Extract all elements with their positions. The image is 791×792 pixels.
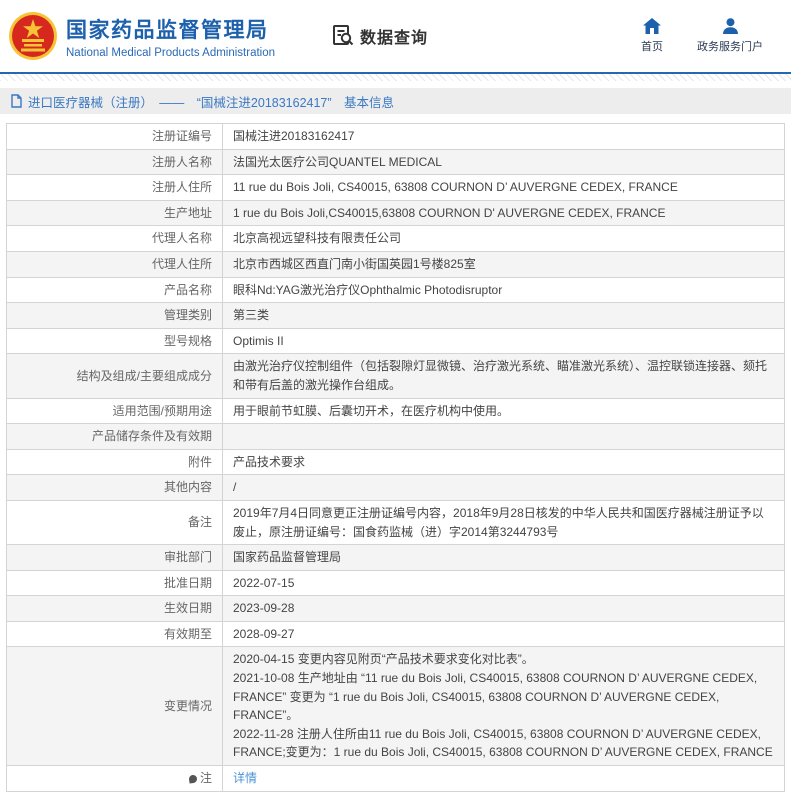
info-table-body: 注册证编号 国械注进20183162417 注册人名称 法国光太医疗公司QUANTEL… (6, 123, 785, 792)
row-value: 国械注进20183162417 (222, 123, 785, 150)
table-row: 代理人名称 北京高视远望科技有限责任公司 (6, 225, 785, 252)
row-value: Optimis II (222, 327, 785, 355)
row-label: 生效日期 (6, 595, 223, 622)
row-label: 适用范围/预期用途 (6, 397, 223, 425)
row-value: / (222, 474, 785, 501)
table-row: 其他内容 / (6, 474, 785, 501)
table-row: 批准日期 2022-07-15 (6, 569, 785, 597)
site-title-en: National Medical Products Administration (66, 46, 276, 59)
row-label: 注册人名称 (6, 148, 223, 176)
table-row: 变更情况 2020-04-15 变更内容见附页“产品技术要求变化对比表”。 2021… (6, 646, 785, 767)
table-row: 有效期至 2028-09-27 (6, 620, 785, 648)
table-row: 注详情 (6, 765, 785, 792)
row-value: 国家药品监督管理局 (222, 544, 785, 571)
registration-info-section: 注册证编号 国械注进20183162417 注册人名称 法国光太医疗公司QUANTEL… (6, 123, 785, 792)
row-label: 注 (6, 765, 223, 792)
row-value: 由激光治疗仪控制组件（包括裂隙灯显微镜、治疗激光系统、瞄准激光系统）、温控联锁连… (222, 353, 785, 399)
data-query-label: 数据查询 (360, 30, 429, 47)
row-label: 管理类别 (6, 302, 223, 329)
table-row: 产品名称 眼科Nd:YAG激光治疗仪Ophthalmic Photodisrupt… (6, 276, 785, 304)
row-label: 型号规格 (6, 327, 223, 355)
row-value: 第三类 (222, 302, 785, 329)
table-row: 注册人名称 法国光太医疗公司QUANTEL MEDICAL (6, 148, 785, 176)
table-row: 备注 2019年7月4日同意更正注册证编号内容，2018年9月28日核发的中华人民… (6, 499, 785, 546)
data-query-tab[interactable]: 数据查询 (330, 23, 428, 49)
nav-gov-service-portal[interactable]: 政务服务门户 (697, 18, 763, 54)
nmpa-logo: 国家药品监督管理局 National Medical Products Admi… (8, 11, 275, 61)
row-value: 2020-04-15 变更内容见附页“产品技术要求变化对比表”。 2021-10-… (222, 646, 785, 767)
row-label: 注册人住所 (6, 174, 223, 201)
row-value: 2019年7月4日同意更正注册证编号内容，2018年9月28日核发的中华人民共和… (222, 499, 785, 546)
row-value: 2028-09-27 (222, 620, 785, 648)
row-label: 生产地址 (6, 199, 223, 227)
table-row: 结构及组成/主要组成成分 由激光治疗仪控制组件（包括裂隙灯显微镜、治疗激光系统、瞄… (6, 353, 785, 399)
user-icon (722, 18, 739, 34)
row-label: 备注 (6, 499, 223, 546)
row-value (222, 423, 785, 450)
row-label: 变更情况 (6, 646, 223, 767)
nav-gov-service-label: 政务服务门户 (697, 41, 763, 53)
row-value: 1 rue du Bois Joli,CS40015,63808 COURNON… (222, 199, 785, 227)
page-icon (10, 94, 23, 108)
row-value: 11 rue du Bois Joli, CS40015, 63808 COUR… (222, 174, 785, 201)
breadcrumb-text: 进口医疗器械（注册） —— “国械注进20183162417” 基本信息 (28, 95, 395, 110)
table-row: 适用范围/预期用途 用于眼前节虹膜、后囊切开术，在医疗机构中使用。 (6, 397, 785, 425)
table-row: 注册人住所 11 rue du Bois Joli, CS40015, 63808… (6, 174, 785, 201)
table-row: 附件 产品技术要求 (6, 448, 785, 476)
row-label: 有效期至 (6, 620, 223, 648)
row-label: 产品储存条件及有效期 (6, 423, 223, 450)
row-label: 附件 (6, 448, 223, 476)
page-header: 国家药品监督管理局 National Medical Products Admi… (0, 0, 791, 72)
row-label: 注册证编号 (6, 123, 223, 150)
site-title-cn: 国家药品监督管理局 (66, 18, 269, 42)
change-record-line: 2022-11-28 注册人住所由11 rue du Bois Joli, CS… (233, 726, 773, 760)
row-label: 代理人住所 (6, 250, 223, 278)
row-value: 2022-07-15 (222, 569, 785, 597)
table-row: 型号规格 Optimis II (6, 327, 785, 355)
row-value: 产品技术要求 (222, 448, 785, 476)
row-value: 眼科Nd:YAG激光治疗仪Ophthalmic Photodisruptor (222, 276, 785, 304)
header-nav: 首页 政务服务门户 (641, 18, 763, 54)
row-value: 2023-09-28 (222, 595, 785, 622)
table-row: 生产地址 1 rue du Bois Joli,CS40015,63808 COU… (6, 199, 785, 227)
detail-link[interactable]: 详情 (233, 771, 257, 785)
table-row: 审批部门 国家药品监督管理局 (6, 544, 785, 571)
hatch-decoration (0, 74, 791, 81)
row-value: 北京市西城区西直门南小街国英园1号楼825室 (222, 250, 785, 278)
table-row: 代理人住所 北京市西城区西直门南小街国英园1号楼825室 (6, 250, 785, 278)
row-value: 用于眼前节虹膜、后囊切开术，在医疗机构中使用。 (222, 397, 785, 425)
home-icon (643, 18, 661, 34)
row-value: 北京高视远望科技有限责任公司 (222, 225, 785, 252)
row-label: 代理人名称 (6, 225, 223, 252)
row-label: 审批部门 (6, 544, 223, 571)
registration-info-table: 注册证编号 国械注进20183162417 注册人名称 法国光太医疗公司QUANTEL… (6, 123, 785, 792)
table-row: 产品储存条件及有效期 (6, 423, 785, 450)
nav-home-label: 首页 (641, 41, 663, 53)
row-value: 详情 (222, 765, 785, 792)
change-record-line: 2020-04-15 变更内容见附页“产品技术要求变化对比表”。 (233, 652, 534, 667)
row-label: 批准日期 (6, 569, 223, 597)
row-label: 结构及组成/主要组成成分 (6, 353, 223, 399)
note-icon (188, 774, 198, 784)
row-label: 其他内容 (6, 474, 223, 501)
nav-home[interactable]: 首页 (641, 18, 663, 54)
doc-search-icon (330, 23, 356, 49)
breadcrumb: 进口医疗器械（注册） —— “国械注进20183162417” 基本信息 (0, 88, 791, 114)
table-row: 管理类别 第三类 (6, 302, 785, 329)
national-emblem-icon (8, 11, 58, 61)
change-record-line: 2021-10-08 生产地址由 “11 rue du Bois Joli, C… (233, 671, 758, 723)
row-value: 法国光太医疗公司QUANTEL MEDICAL (222, 148, 785, 176)
table-row: 注册证编号 国械注进20183162417 (6, 123, 785, 150)
row-label: 产品名称 (6, 276, 223, 304)
table-row: 生效日期 2023-09-28 (6, 595, 785, 622)
